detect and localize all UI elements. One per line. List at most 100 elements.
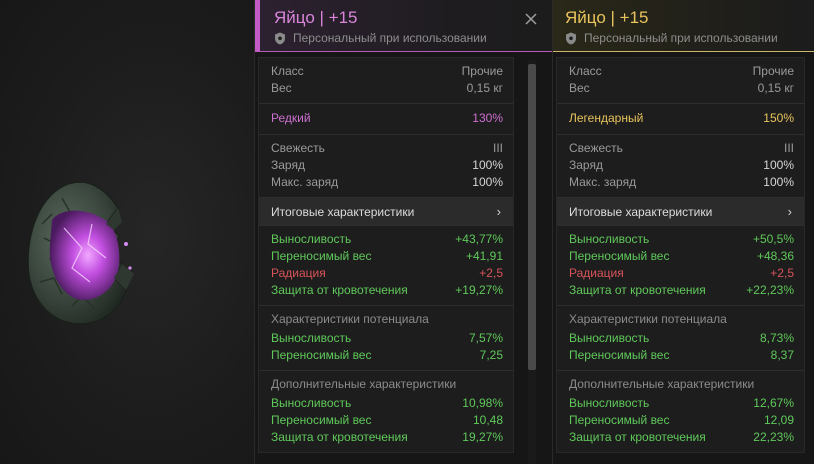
stat-row: Переносимый вес +48,36 — [569, 248, 794, 265]
stat-value: 7,57% — [468, 331, 503, 345]
stat-row: Защита от кровотечения +22,23% — [569, 282, 794, 299]
rarity-row: Легендарный 150% — [569, 110, 794, 127]
stat-value: 22,23% — [753, 430, 794, 444]
basic-section: Класс Прочие Вес 0,15 кг — [259, 58, 513, 104]
stat-label: Вес — [271, 81, 292, 95]
stat-label: Переносимый вес — [569, 413, 670, 427]
stat-value: III — [783, 141, 794, 155]
stat-value: 8,73% — [759, 331, 794, 345]
stat-label: Выносливость — [271, 232, 352, 246]
stat-row: Выносливость 10,98% — [271, 395, 503, 412]
stat-row: Выносливость 12,67% — [569, 395, 794, 412]
stat-row: Макс. заряд 100% — [569, 174, 794, 191]
stat-value: 100% — [472, 175, 503, 189]
stat-label: Защита от кровотечения — [271, 283, 408, 297]
stat-label: Радиация — [271, 266, 326, 280]
rarity-section: Редкий 130% — [259, 104, 513, 135]
final-stats-section: Выносливость +50,5% Переносимый вес +48,36… — [557, 226, 804, 306]
tooltip-header: Яйцо | +15 Персональный при использовани… — [553, 0, 814, 52]
chevron-right-icon: › — [787, 204, 792, 219]
stat-row: Вес 0,15 кг — [271, 80, 503, 97]
stat-label: Вес — [569, 81, 590, 95]
stat-label: Выносливость — [271, 331, 352, 345]
stat-label: Макс. заряд — [569, 175, 637, 189]
stat-row: Класс Прочие — [271, 63, 503, 80]
stat-label: Выносливость — [569, 232, 650, 246]
stat-label: Заряд — [271, 158, 305, 172]
summary-stats-button[interactable]: Итоговые характеристики › — [259, 198, 513, 226]
stat-value: 19,27% — [462, 430, 503, 444]
props-section: Свежесть III Заряд 100% Макс. заряд 100% — [557, 135, 804, 198]
shield-icon — [275, 32, 285, 44]
stat-label: Переносимый вес — [569, 249, 670, 263]
stat-row: Выносливость +50,5% — [569, 231, 794, 248]
stat-label: Заряд — [569, 158, 603, 172]
stat-value: 0,15 кг — [466, 81, 503, 95]
rarity-value: 150% — [763, 111, 794, 125]
stat-label: Переносимый вес — [569, 348, 670, 362]
binding-row: Персональный при использовании — [565, 31, 778, 45]
stat-value: 7,25 — [479, 348, 503, 362]
item-title: Яйцо | +15 — [565, 8, 649, 27]
stat-value: Прочие — [752, 64, 794, 78]
stat-value: 8,37 — [770, 348, 794, 362]
tooltip-body: Класс Прочие Вес 0,15 кг Редкий 130% Свежес… — [258, 57, 514, 453]
stat-value: 0,15 кг — [757, 81, 794, 95]
stat-value: +50,5% — [752, 232, 794, 246]
stat-label: Переносимый вес — [271, 348, 372, 362]
stat-label: Защита от кровотечения — [569, 430, 706, 444]
stat-row: Макс. заряд 100% — [271, 174, 503, 191]
binding-text: Персональный при использовании — [293, 31, 487, 45]
tooltip-body: Класс Прочие Вес 0,15 кг Легендарный 150% С… — [556, 57, 805, 453]
stat-value: 100% — [763, 158, 794, 172]
stat-value: +41,91 — [465, 249, 503, 263]
rarity-section: Легендарный 150% — [557, 104, 804, 135]
stat-value: +48,36 — [756, 249, 794, 263]
binding-text: Персональный при использовании — [584, 31, 778, 45]
stat-row: Переносимый вес 12,09 — [569, 412, 794, 429]
stat-value: Прочие — [461, 64, 503, 78]
stat-value: +22,23% — [746, 283, 794, 297]
stat-label: Макс. заряд — [271, 175, 339, 189]
stat-row: Защита от кровотечения 19,27% — [271, 429, 503, 446]
stat-label: Свежесть — [569, 141, 623, 155]
props-section: Свежесть III Заряд 100% Макс. заряд 100% — [259, 135, 513, 198]
stat-row: Вес 0,15 кг — [569, 80, 794, 97]
stat-row: Переносимый вес 8,37 — [569, 347, 794, 364]
stat-row: Заряд 100% — [271, 157, 503, 174]
close-icon[interactable] — [524, 12, 538, 26]
stat-row: Радиация +2,5 — [569, 265, 794, 282]
stat-value: +2,5 — [770, 266, 794, 280]
section-heading: Дополнительные характеристики — [569, 377, 755, 391]
scrollbar-thumb[interactable] — [528, 64, 536, 370]
tooltip-header: Яйцо | +15 Персональный при использовани… — [255, 0, 552, 52]
stat-value: 100% — [763, 175, 794, 189]
stat-label: Переносимый вес — [271, 249, 372, 263]
stat-value: 100% — [472, 158, 503, 172]
stat-label: Класс — [569, 64, 602, 78]
section-heading: Характеристики потенциала — [271, 312, 429, 326]
section-heading: Дополнительные характеристики — [271, 377, 457, 391]
stat-value: 12,09 — [763, 413, 794, 427]
extra-section: Дополнительные характеристики Выносливос… — [557, 371, 804, 452]
section-heading: Характеристики потенциала — [569, 312, 727, 326]
rarity-label: Легендарный — [569, 111, 644, 125]
stat-row: Класс Прочие — [569, 63, 794, 80]
stat-value: 12,67% — [753, 396, 794, 410]
item-title: Яйцо | +15 — [274, 8, 358, 27]
stat-row: Свежесть III — [271, 140, 503, 157]
stat-label: Класс — [271, 64, 304, 78]
rarity-label: Редкий — [271, 111, 311, 125]
chevron-right-icon: › — [496, 204, 501, 219]
stat-label: Переносимый вес — [271, 413, 372, 427]
summary-stats-button[interactable]: Итоговые характеристики › — [557, 198, 804, 226]
summary-label: Итоговые характеристики — [271, 204, 415, 219]
stat-label: Защита от кровотечения — [271, 430, 408, 444]
stat-row: Выносливость +43,77% — [271, 231, 503, 248]
stat-label: Радиация — [569, 266, 624, 280]
stat-label: Защита от кровотечения — [569, 283, 706, 297]
stat-row: Свежесть III — [569, 140, 794, 157]
binding-row: Персональный при использовании — [274, 31, 487, 45]
stat-row: Выносливость 7,57% — [271, 330, 503, 347]
stat-label: Свежесть — [271, 141, 325, 155]
